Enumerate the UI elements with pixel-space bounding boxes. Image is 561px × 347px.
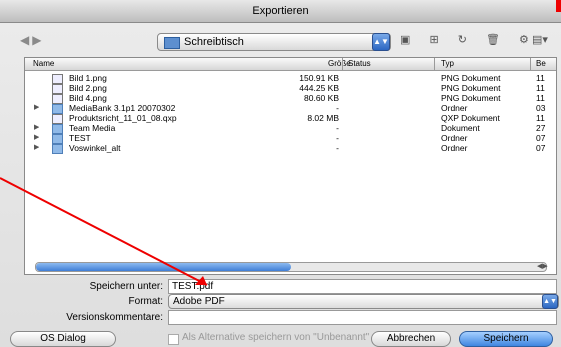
row-type: PNG Dokument [441, 83, 501, 93]
table-row[interactable]: ▶ Team Media - Dokument 27 [25, 123, 556, 134]
horizontal-scrollbar[interactable] [35, 262, 547, 272]
save-as-field[interactable]: TEST.pdf [168, 279, 557, 294]
disclosure-triangle-icon[interactable]: ▶ [34, 133, 39, 143]
column-be[interactable]: Be [536, 59, 546, 68]
table-row[interactable]: Produktsricht_11_01_08.qxp 8.02 MB QXP Dok… [25, 113, 556, 124]
row-type: PNG Dokument [441, 73, 501, 83]
row-be: 07 [536, 133, 546, 143]
disclosure-triangle-icon[interactable]: ▶ [34, 123, 39, 133]
export-dialog: Exportieren ◀▶ Schreibtisch ▲▼ ▣ ⊞ ↻ 🗑 ⚙… [0, 0, 561, 347]
location-label: Schreibtisch [184, 36, 244, 48]
table-row[interactable]: ▶ Voswinkel_alt - Ordner 07 [25, 143, 556, 154]
scroll-thumb[interactable] [36, 263, 291, 271]
row-size: 150.91 KB [299, 73, 339, 83]
format-label: Format: [128, 296, 163, 307]
row-be: 11 [536, 73, 545, 83]
row-type: Ordner [441, 133, 468, 143]
view-menu-icon[interactable]: ▤▾ [532, 33, 548, 46]
save-as-label: Speichern unter: [89, 281, 163, 292]
toolbar: ◀▶ Schreibtisch ▲▼ ▣ ⊞ ↻ 🗑 ⚙ ▤▾ [0, 23, 561, 57]
format-value: Adobe PDF [173, 296, 225, 307]
row-type: QXP Dokument [441, 113, 500, 123]
toolbar-icons[interactable]: ▣ ⊞ ↻ 🗑 ⚙ [400, 33, 537, 46]
chevron-updown-icon[interactable]: ▲▼ [372, 33, 390, 51]
window-title: Exportieren [0, 0, 561, 23]
comments-field[interactable] [168, 310, 557, 325]
row-type: PNG Dokument [441, 93, 501, 103]
row-type: Ordner [441, 143, 468, 153]
row-size: - [336, 143, 339, 153]
row-size: 8.02 MB [307, 113, 339, 123]
row-be: 27 [536, 123, 546, 133]
alternative-checkbox[interactable] [168, 334, 179, 345]
row-be: 11 [536, 93, 545, 103]
column-type[interactable]: Typ [441, 59, 454, 68]
disclosure-triangle-icon[interactable]: ▶ [34, 143, 39, 153]
row-size: 444.25 KB [299, 83, 339, 93]
row-type: Dokument [441, 123, 480, 133]
back-forward-icons[interactable]: ◀▶ [20, 33, 44, 47]
row-be: 03 [536, 103, 546, 113]
table-row[interactable]: Bild 1.png 150.91 KB PNG Dokument 11 [25, 73, 556, 84]
file-list: Name Größe Status Typ Be Bild 1.png 150.9… [24, 57, 557, 275]
location-popup[interactable]: Schreibtisch ▲▼ [157, 33, 391, 51]
column-name[interactable]: Name [33, 59, 54, 68]
red-mark [556, 0, 561, 12]
row-type: Ordner [441, 103, 468, 113]
row-be: 11 [536, 113, 545, 123]
save-button[interactable]: Speichern [459, 331, 553, 347]
column-header: Name Größe Status Typ Be [25, 58, 556, 71]
alternative-label: Als Alternative speichern von "Unbenannt… [182, 332, 370, 343]
row-size: - [336, 133, 339, 143]
scroll-arrows-icon[interactable]: ◀▶ [537, 262, 548, 270]
row-size: 80.60 KB [304, 93, 339, 103]
column-status[interactable]: Status [348, 59, 371, 68]
table-row[interactable]: Bild 4.png 80.60 KB PNG Dokument 11 [25, 93, 556, 104]
row-be: 07 [536, 143, 546, 153]
row-be: 11 [536, 83, 545, 93]
row-size: - [336, 123, 339, 133]
folder-icon [52, 144, 63, 154]
os-dialog-button[interactable]: OS Dialog [10, 331, 116, 347]
chevron-updown-icon[interactable]: ▲▼ [542, 294, 558, 309]
cancel-button[interactable]: Abbrechen [371, 331, 451, 347]
table-row[interactable]: Bild 2.png 444.25 KB PNG Dokument 11 [25, 83, 556, 94]
comments-label: Versionskommentare: [66, 312, 163, 323]
format-select[interactable]: Adobe PDF ▲▼ [168, 294, 559, 309]
table-row[interactable]: ▶ MediaBank 3.1p1 20070302- Ordner 03 [25, 103, 556, 114]
table-row[interactable]: ▶ TEST - Ordner 07 [25, 133, 556, 144]
folder-icon [164, 37, 180, 49]
disclosure-triangle-icon[interactable]: ▶ [34, 103, 39, 113]
row-size: - [336, 103, 339, 113]
